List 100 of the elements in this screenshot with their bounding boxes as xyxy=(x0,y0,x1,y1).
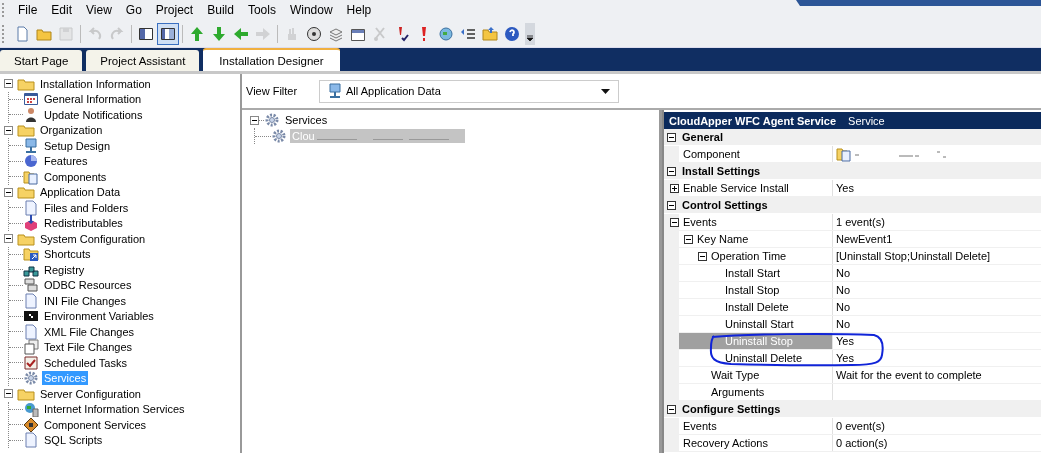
undo-icon xyxy=(87,25,103,42)
folder-icon xyxy=(17,122,35,139)
collapse-icon[interactable] xyxy=(667,404,676,414)
tree-item[interactable]: Text File Changes xyxy=(42,340,135,355)
collapse-icon[interactable] xyxy=(4,79,13,89)
person-icon xyxy=(23,106,39,123)
monitor-icon xyxy=(23,137,39,154)
right-arrow-icon xyxy=(255,25,271,42)
property-value: No xyxy=(836,301,851,313)
menu-item[interactable]: Go xyxy=(118,1,149,18)
window-icon xyxy=(23,91,39,108)
caret-icon xyxy=(601,88,610,94)
tab[interactable]: Project Assistant xyxy=(86,50,200,71)
collapse-icon[interactable] xyxy=(667,200,676,210)
category-row[interactable]: Install Settings xyxy=(664,163,1041,180)
property-value: Wait for the event to complete xyxy=(836,369,982,381)
folder-document-icon xyxy=(836,146,852,162)
tree-item[interactable]: Files and Folders xyxy=(42,200,131,215)
scissors-icon xyxy=(372,25,388,42)
view-filter-label: View Filter xyxy=(246,85,299,97)
category-row[interactable]: Configure Settings xyxy=(664,401,1041,418)
tree-item[interactable]: Organization xyxy=(38,123,105,138)
category-row[interactable]: Control Settings xyxy=(664,197,1041,214)
box-icon xyxy=(23,215,39,232)
tree-item[interactable]: XML File Changes xyxy=(42,324,137,339)
collapse-icon[interactable] xyxy=(4,389,13,399)
tree-item[interactable]: Environment Variables xyxy=(42,309,156,324)
tree-item[interactable]: Services xyxy=(283,113,330,127)
save-icon xyxy=(58,25,74,42)
menu-item[interactable]: Edit xyxy=(44,1,80,18)
tree-item[interactable]: Installation Information xyxy=(38,76,153,91)
collapse-icon[interactable] xyxy=(250,115,259,125)
gear-icon xyxy=(264,112,280,128)
menu-item[interactable]: Project xyxy=(148,1,201,18)
panel-icon xyxy=(160,25,176,42)
diamond-icon xyxy=(23,416,39,433)
disc-icon xyxy=(306,25,322,42)
tree-item[interactable]: Internet Information Services xyxy=(42,402,187,417)
property-value: 0 event(s) xyxy=(836,420,885,432)
tree-item[interactable]: Component Services xyxy=(42,417,149,432)
collapse-icon[interactable] xyxy=(667,166,676,176)
tree-item[interactable]: Scheduled Tasks xyxy=(42,355,129,370)
globe-icon xyxy=(23,401,39,418)
folder-document-icon xyxy=(23,168,39,185)
toolbar-button[interactable] xyxy=(157,22,179,45)
tree-item[interactable]: Update Notifications xyxy=(42,107,145,122)
tree-item[interactable]: Shortcuts xyxy=(42,247,93,262)
tree-item[interactable]: ODBC Resources xyxy=(42,278,134,293)
down-arrow-icon xyxy=(211,25,227,42)
tree-item[interactable]: Components xyxy=(42,169,109,184)
property-value: Yes xyxy=(836,335,854,347)
menu-item[interactable]: View xyxy=(79,1,119,18)
pie-chart-icon xyxy=(23,153,39,170)
tab[interactable]: Start Page xyxy=(0,50,83,71)
menu-item[interactable]: File xyxy=(11,1,45,18)
tree-item[interactable]: General Information xyxy=(42,92,144,107)
menu-item[interactable]: Window xyxy=(282,1,340,18)
tree-item[interactable]: Features xyxy=(42,154,90,169)
tree-item[interactable]: SQL Scripts xyxy=(42,433,105,448)
collapse-icon[interactable] xyxy=(4,125,13,135)
shortcut-icon xyxy=(23,246,39,263)
properties-type: Service xyxy=(848,114,885,127)
overflow-chevron-icon[interactable] xyxy=(525,22,535,45)
panel-icon xyxy=(138,25,154,42)
property-value: No xyxy=(836,318,851,330)
tree-item[interactable]: Redistributables xyxy=(42,216,125,231)
category-row[interactable]: General xyxy=(664,129,1041,146)
menu-item[interactable]: Help xyxy=(339,1,379,18)
tree-item[interactable]: Application Data xyxy=(38,185,123,200)
folder-icon xyxy=(482,25,498,42)
collapse-icon[interactable] xyxy=(4,234,13,244)
tree-item[interactable]: Setup Design xyxy=(42,138,113,153)
database-icon xyxy=(23,277,39,294)
gear-icon xyxy=(271,128,287,144)
tree-item[interactable]: System Configuration xyxy=(38,231,148,246)
property-value: NewEvent1 xyxy=(836,233,893,245)
property-value: 0 action(s) xyxy=(836,437,888,449)
menu-item[interactable]: Tools xyxy=(240,1,283,18)
up-arrow-icon xyxy=(189,25,205,42)
tree-item[interactable]: INI File Changes xyxy=(42,293,128,308)
property-value: No xyxy=(836,267,851,279)
collapse-icon[interactable] xyxy=(667,132,676,142)
collapse-icon[interactable] xyxy=(670,217,679,227)
collapse-icon[interactable] xyxy=(698,251,707,261)
document-icon xyxy=(23,199,39,216)
document-icon xyxy=(23,323,39,340)
tab[interactable]: Installation Designer xyxy=(203,48,340,71)
property-value: 1 event(s) xyxy=(836,216,885,228)
view-filter-dropdown[interactable]: All Application Data xyxy=(319,79,619,103)
collapse-icon[interactable] xyxy=(4,187,13,197)
property-value: Yes xyxy=(836,182,854,194)
collapse-icon[interactable] xyxy=(684,234,693,244)
tree-item[interactable]: Registry xyxy=(42,262,87,277)
document-icon xyxy=(23,432,39,449)
globe-icon xyxy=(438,25,454,42)
menu-item[interactable]: Build xyxy=(200,1,241,18)
documents-icon xyxy=(23,339,39,356)
expand-icon[interactable] xyxy=(670,183,679,193)
tree-item[interactable]: Server Configuration xyxy=(38,386,143,401)
monitor-icon xyxy=(328,83,342,99)
